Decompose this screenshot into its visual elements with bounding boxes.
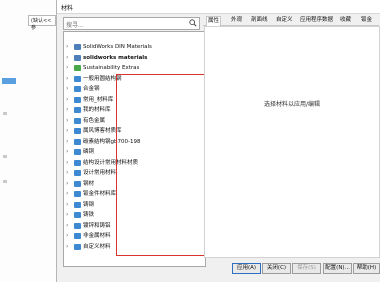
tree-item-label: Sustainability Extras [83, 65, 140, 71]
tree-item-label: 自定义材料 [83, 243, 111, 250]
tab-4[interactable]: 应用程序数据 [299, 16, 334, 25]
folder-icon [74, 65, 81, 71]
tab-3[interactable]: 自定义 [275, 16, 294, 25]
chevron-right-icon[interactable]: › [66, 75, 71, 82]
dialog-titlebar: 材料 [57, 0, 380, 14]
dialog-title: 材料 [61, 5, 74, 12]
tree-item-label: 钢材 [83, 180, 95, 187]
tree-item-label: 我的材料库 [83, 107, 111, 113]
chevron-right-icon[interactable]: › [66, 117, 71, 124]
background-tick [3, 112, 7, 115]
chevron-right-icon[interactable]: › [66, 65, 71, 71]
background-tick [3, 180, 7, 183]
chevron-right-icon[interactable]: › [66, 191, 71, 197]
apply-button[interactable]: 应用(A) [232, 263, 261, 274]
tree-item[interactable]: › SolidWorks DIN Materials [66, 43, 200, 52]
chevron-right-icon[interactable]: › [66, 128, 71, 134]
chevron-right-icon[interactable]: › [66, 138, 71, 145]
chevron-right-icon[interactable]: › [66, 180, 71, 187]
chevron-right-icon[interactable]: › [66, 222, 71, 229]
chevron-right-icon[interactable]: › [66, 233, 71, 239]
folder-icon [74, 75, 81, 82]
folder-icon [74, 170, 81, 176]
tab-6[interactable]: 钣金 [360, 16, 373, 25]
folder-icon [74, 159, 81, 166]
tab-2[interactable]: 剖面线 [250, 16, 269, 25]
folder-icon [74, 233, 81, 239]
folder-icon [74, 212, 81, 218]
chevron-right-icon[interactable]: › [66, 159, 71, 166]
search-icon[interactable] [189, 19, 197, 27]
tree-item-label: 非金属材料 [83, 233, 111, 239]
background-field: (缺认<<参 [28, 15, 56, 31]
property-tabs: 属性 外观 剖面线 自定义 应用程序数据 收藏 钣金 [203, 14, 379, 26]
folder-icon [74, 222, 81, 229]
folder-icon [74, 149, 81, 155]
close-button[interactable]: 关闭(C) [262, 263, 291, 274]
config-button[interactable]: 配置(N)... [323, 263, 352, 274]
tree-item-label: 合金钢 [83, 86, 100, 92]
folder-icon [74, 107, 81, 113]
folder-icon [74, 191, 81, 197]
tree-item-label: 铸钢 [83, 201, 95, 208]
folder-icon [74, 86, 81, 92]
folder-icon [74, 180, 81, 187]
chevron-right-icon[interactable]: › [66, 54, 71, 61]
search-placeholder: 搜寻... [66, 22, 84, 29]
tree-item-label: SolidWorks DIN Materials [83, 44, 152, 50]
chevron-right-icon[interactable]: › [66, 96, 71, 103]
chevron-right-icon[interactable]: › [66, 170, 71, 176]
folder-icon [74, 243, 81, 250]
tree-item-label: 镀锌和铸铝 [83, 222, 111, 229]
folder-icon [74, 128, 81, 134]
property-pane: 选择材料以应用/编辑 [204, 26, 380, 258]
pane-message: 选择材料以应用/编辑 [263, 101, 321, 108]
chevron-right-icon[interactable]: › [66, 201, 71, 208]
chevron-right-icon[interactable]: › [66, 107, 71, 113]
help-button[interactable]: 帮助(H) [353, 263, 380, 274]
tab-1[interactable]: 外观 [230, 16, 243, 25]
tree-item-label: solidworks materials [83, 54, 148, 61]
chevron-right-icon[interactable]: › [66, 243, 71, 250]
chevron-right-icon[interactable]: › [66, 149, 71, 155]
tree-item-label: 有色金属 [83, 117, 106, 124]
tree-item-label: 磷铜 [83, 149, 95, 155]
background-tick [3, 155, 7, 158]
background-selected-item [2, 78, 16, 84]
material-dialog: 材料 搜寻... › SolidWorks DIN Materials › solid… [56, 0, 380, 282]
chevron-right-icon[interactable]: › [66, 86, 71, 92]
search-field[interactable]: 搜寻... [63, 17, 200, 30]
chevron-right-icon[interactable]: › [66, 212, 71, 218]
folder-icon [74, 96, 81, 103]
tree-item-label: 常用_材料库 [83, 96, 114, 103]
tree-item[interactable]: › solidworks materials [66, 54, 200, 63]
background-feature-panel: (缺认<<参 [0, 0, 57, 282]
tree-item-label: 铸铁 [83, 212, 95, 218]
folder-icon [74, 201, 81, 208]
folder-icon [74, 54, 81, 61]
folder-icon [74, 44, 81, 50]
chevron-right-icon[interactable]: › [66, 44, 71, 50]
tab-5[interactable]: 收藏 [339, 16, 352, 25]
tree-item[interactable]: › Sustainability Extras [66, 64, 200, 73]
save-button[interactable]: 保存(S) [292, 263, 321, 274]
tab-0[interactable]: 属性 [206, 16, 222, 26]
tree-item-label: 设计常用材料 [83, 170, 117, 176]
tree-item-label: 钣金件材料库 [83, 191, 117, 197]
folder-icon [74, 117, 81, 124]
background-field-text: (缺认<<参 [31, 18, 52, 31]
folder-icon [74, 138, 81, 145]
